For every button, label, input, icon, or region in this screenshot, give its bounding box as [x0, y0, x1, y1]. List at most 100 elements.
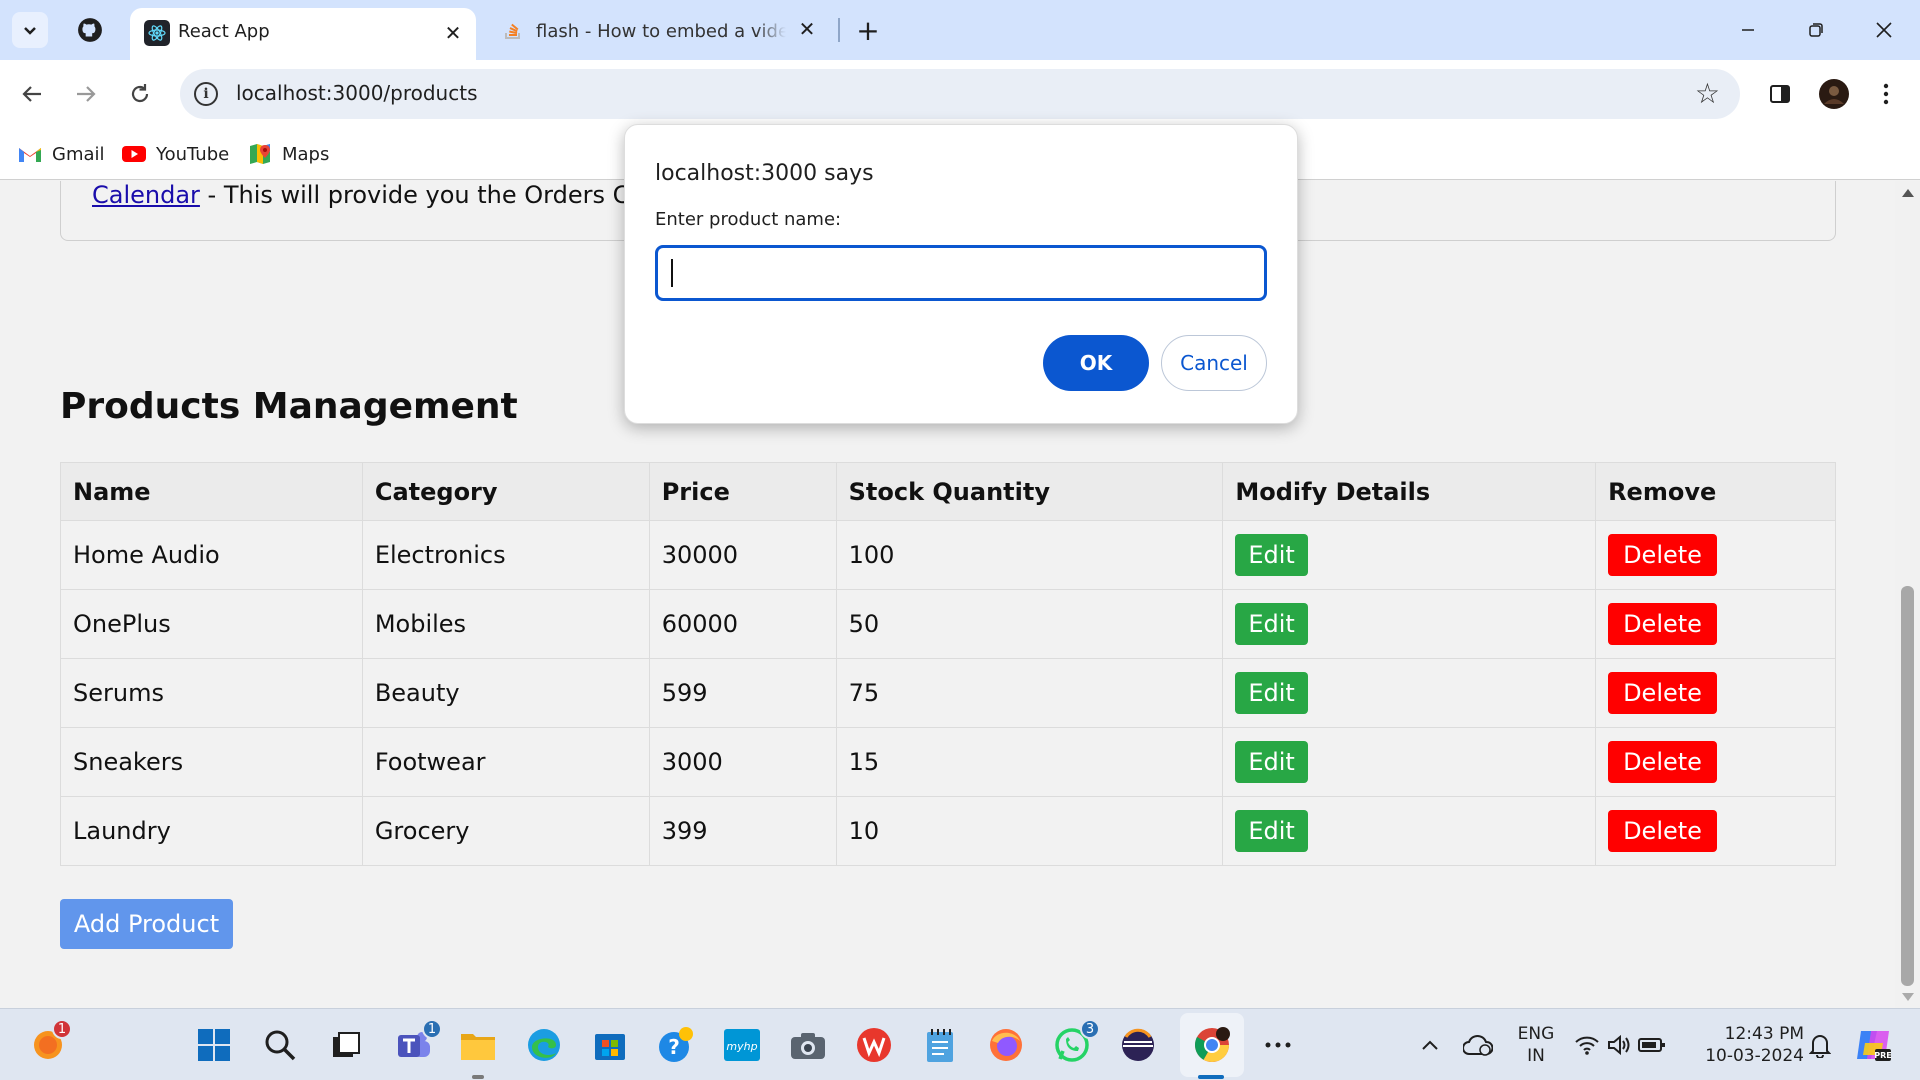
taskbar-wps-office[interactable]: [852, 1023, 896, 1067]
close-window-button[interactable]: [1864, 12, 1904, 48]
wps-office-icon: [857, 1028, 891, 1062]
camera-icon: [791, 1033, 825, 1059]
scroll-up-arrow-icon[interactable]: [1902, 189, 1914, 197]
table-row: Sneakers Footwear 3000 15 Edit Delete: [60, 727, 1836, 797]
taskbar-file-explorer[interactable]: [456, 1023, 500, 1067]
calendar-link[interactable]: Calendar: [92, 181, 200, 209]
taskbar-start[interactable]: [192, 1023, 236, 1067]
tab-flash[interactable]: flash - How to embed a video i ✕: [488, 8, 828, 52]
taskbar-edge[interactable]: [522, 1023, 566, 1067]
taskbar-teams[interactable]: 1: [392, 1019, 442, 1067]
minimize-button[interactable]: [1728, 12, 1768, 48]
forward-button[interactable]: [66, 74, 106, 114]
edit-button[interactable]: Edit: [1235, 672, 1308, 714]
taskbar-search[interactable]: [258, 1023, 302, 1067]
close-tab-icon[interactable]: ✕: [442, 21, 464, 45]
product-name-input[interactable]: [655, 245, 1267, 301]
clock[interactable]: 12:43 PM 10-03-2024: [1694, 1023, 1804, 1067]
back-button[interactable]: [12, 74, 52, 114]
side-panel-button[interactable]: [1760, 74, 1800, 114]
chevron-down-icon: [24, 27, 36, 35]
taskbar-myhp[interactable]: myhp: [720, 1023, 764, 1067]
bookmark-label: Gmail: [52, 143, 105, 165]
edit-button[interactable]: Edit: [1235, 603, 1308, 645]
task-view-icon: [333, 1032, 360, 1057]
tray-notifications[interactable]: [1798, 1023, 1842, 1067]
delete-button[interactable]: Delete: [1608, 672, 1717, 714]
header-name: Name: [60, 462, 363, 521]
tray-quick-settings[interactable]: [1570, 1023, 1670, 1067]
bell-icon: [1809, 1035, 1831, 1058]
github-extension-button[interactable]: [72, 12, 108, 48]
react-icon: [144, 20, 170, 46]
scroll-down-arrow-icon[interactable]: [1902, 993, 1914, 1001]
cell-category: Electronics: [361, 520, 650, 590]
taskbar-whatsapp[interactable]: 3: [1050, 1019, 1100, 1067]
notification-badge: 3: [1080, 1019, 1100, 1039]
taskbar-weather[interactable]: 1: [26, 1019, 72, 1067]
tab-react-app[interactable]: React App ✕: [130, 8, 476, 60]
taskbar-task-view[interactable]: [324, 1023, 368, 1067]
cell-name: OnePlus: [60, 589, 363, 659]
profile-avatar[interactable]: [1814, 74, 1854, 114]
active-indicator: [1198, 1075, 1224, 1079]
taskbar-chrome[interactable]: [1190, 1023, 1234, 1067]
taskbar-eclipse[interactable]: [1116, 1023, 1160, 1067]
minimize-icon: [1742, 29, 1754, 31]
input-language-indicator[interactable]: ENG IN: [1512, 1023, 1560, 1067]
taskbar-more-apps[interactable]: [1256, 1023, 1300, 1067]
taskbar-store[interactable]: [588, 1023, 632, 1067]
address-bar[interactable]: i localhost:3000/products ☆: [180, 69, 1740, 119]
scrollbar-thumb[interactable]: [1901, 586, 1914, 986]
dialog-message: Enter product name:: [655, 209, 842, 230]
bookmark-maps[interactable]: Maps: [248, 140, 329, 168]
tray-overflow-button[interactable]: [1408, 1023, 1452, 1067]
ok-button[interactable]: OK: [1043, 335, 1149, 391]
tab-search-button[interactable]: [12, 12, 48, 48]
delete-button[interactable]: Delete: [1608, 810, 1717, 852]
get-help-icon: ?: [659, 1027, 693, 1062]
edit-button[interactable]: Edit: [1235, 810, 1308, 852]
cancel-button[interactable]: Cancel: [1161, 335, 1267, 391]
delete-button[interactable]: Delete: [1608, 603, 1717, 645]
site-info-icon[interactable]: i: [194, 82, 218, 106]
myhp-icon: myhp: [724, 1029, 760, 1061]
cell-category: Mobiles: [361, 589, 650, 659]
page-scrollbar[interactable]: [1895, 181, 1920, 1008]
cell-remove: Delete: [1595, 520, 1836, 590]
edit-button[interactable]: Edit: [1235, 534, 1308, 576]
table-row: Home Audio Electronics 30000 100 Edit De…: [60, 520, 1836, 590]
edit-button[interactable]: Edit: [1235, 741, 1308, 783]
delete-button[interactable]: Delete: [1608, 741, 1717, 783]
youtube-icon: [122, 145, 146, 163]
page-title: Products Management: [60, 386, 518, 427]
browser-menu-button[interactable]: [1866, 74, 1906, 114]
browser-toolbar: i localhost:3000/products ☆: [0, 60, 1920, 128]
taskbar-notepad[interactable]: [918, 1023, 962, 1067]
chevron-up-icon: [1422, 1040, 1438, 1050]
taskbar-camera[interactable]: [786, 1023, 830, 1067]
new-tab-button[interactable]: +: [850, 12, 886, 48]
cell-price: 30000: [648, 520, 837, 590]
bookmark-label: Maps: [282, 143, 330, 165]
cell-modify: Edit: [1222, 658, 1597, 728]
delete-button[interactable]: Delete: [1608, 534, 1717, 576]
close-tab-icon[interactable]: ✕: [796, 17, 818, 41]
add-product-button[interactable]: Add Product: [60, 899, 233, 949]
taskbar-firefox[interactable]: [984, 1023, 1028, 1067]
windows-taskbar: 1 1 ? myhp 3 ENG IN 12:43 PM 10-03-2024 …: [0, 1008, 1920, 1080]
windows-start-icon: [198, 1029, 230, 1061]
bookmark-gmail[interactable]: Gmail: [18, 140, 105, 168]
taskbar-get-help[interactable]: ?: [654, 1023, 698, 1067]
reload-button[interactable]: [120, 74, 160, 114]
cell-modify: Edit: [1222, 520, 1597, 590]
volume-icon: [1608, 1034, 1630, 1056]
info-description: - This will provide you the Orders Cale: [199, 181, 666, 209]
table-header-row: Name Category Price Stock Quantity Modif…: [60, 462, 1836, 521]
taskbar-copilot[interactable]: PRE: [1852, 1023, 1896, 1067]
bookmark-youtube[interactable]: YouTube: [122, 140, 229, 168]
tray-onedrive[interactable]: [1456, 1023, 1500, 1067]
restore-button[interactable]: [1796, 12, 1836, 48]
bookmark-star-icon[interactable]: ☆: [1695, 77, 1720, 110]
restore-icon: [1809, 23, 1823, 37]
